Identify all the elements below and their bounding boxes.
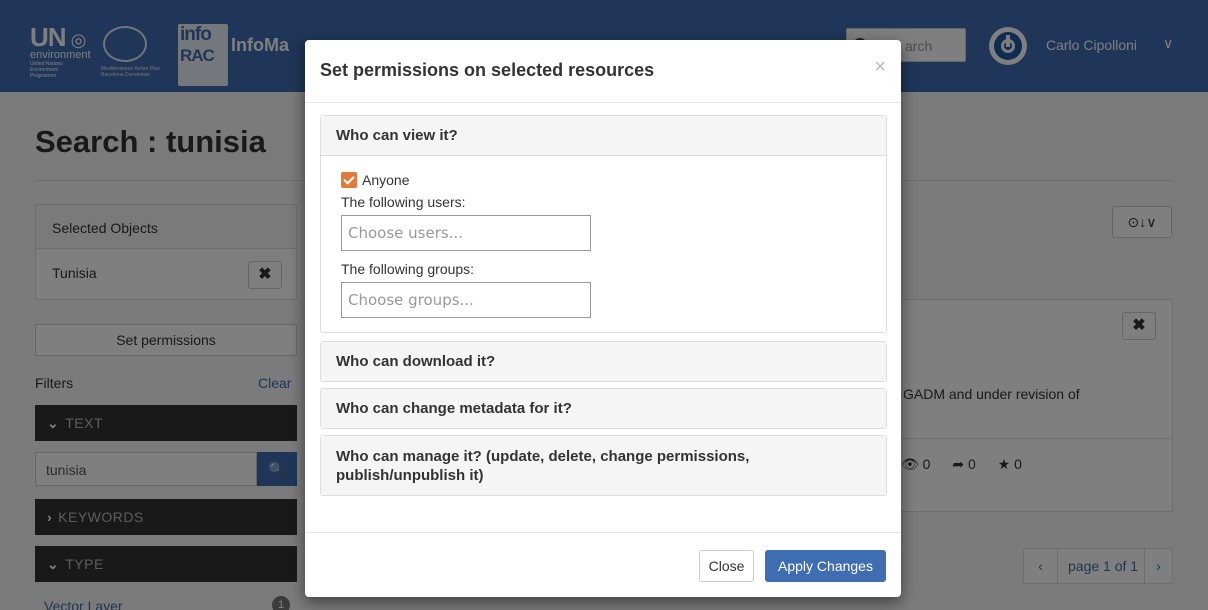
view-permissions-header[interactable]: Who can view it?: [321, 116, 886, 155]
metadata-permissions-section: Who can change metadata for it?: [320, 388, 887, 429]
modal-title: Set permissions on selected resources: [320, 60, 655, 80]
manage-permissions-header[interactable]: Who can manage it? (update, delete, chan…: [321, 436, 886, 495]
anyone-checkbox[interactable]: [341, 172, 357, 188]
view-permissions-body: Anyone The following users: The followin…: [321, 155, 886, 332]
users-label: The following users:: [341, 194, 466, 210]
view-permissions-section: Who can view it? Anyone The following us…: [320, 115, 887, 333]
download-permissions-header[interactable]: Who can download it?: [321, 342, 886, 381]
apply-changes-button[interactable]: Apply Changes: [765, 550, 886, 582]
modal-header: Set permissions on selected resources ×: [305, 40, 901, 103]
close-button[interactable]: Close: [699, 550, 754, 582]
download-permissions-section: Who can download it?: [320, 341, 887, 382]
groups-label: The following groups:: [341, 261, 475, 277]
close-icon[interactable]: ×: [874, 56, 886, 79]
manage-permissions-section: Who can manage it? (update, delete, chan…: [320, 435, 887, 496]
metadata-permissions-header[interactable]: Who can change metadata for it?: [321, 389, 886, 428]
modal-footer: Close Apply Changes: [305, 532, 901, 597]
groups-input[interactable]: [341, 282, 591, 318]
users-input[interactable]: [341, 215, 591, 251]
set-permissions-modal: Set permissions on selected resources × …: [305, 40, 901, 597]
anyone-label: Anyone: [362, 172, 410, 188]
anyone-checkbox-row[interactable]: Anyone: [341, 172, 866, 188]
